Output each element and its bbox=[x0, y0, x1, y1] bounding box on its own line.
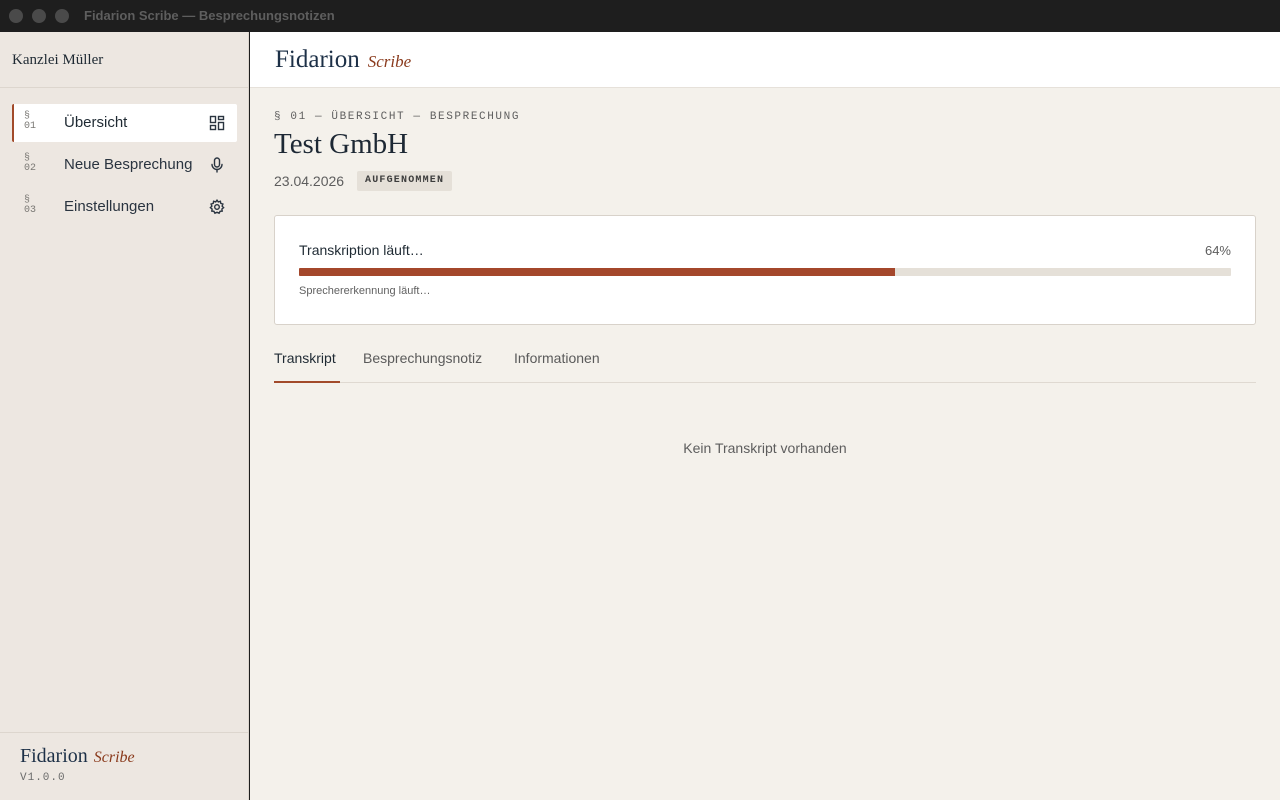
firm-name: Kanzlei Müller bbox=[12, 52, 104, 68]
meeting-date: 23.04.2026 bbox=[274, 173, 345, 189]
brand-name: Fidarion bbox=[20, 745, 88, 767]
brand-name: Fidarion bbox=[275, 46, 360, 73]
close-window-button[interactable] bbox=[9, 9, 23, 23]
progress-substatus: Sprechererkennung läuft… bbox=[299, 285, 431, 297]
sidebar-item-number: § 03 bbox=[24, 195, 37, 216]
sidebar: Kanzlei Müller § 01 Übersicht § 02 Neue … bbox=[0, 32, 249, 800]
sidebar-item-settings[interactable]: § 03 Einstellungen bbox=[12, 188, 237, 226]
tab-meeting-note[interactable]: Besprechungsnotiz bbox=[363, 350, 482, 383]
brand-subtitle: Scribe bbox=[367, 52, 412, 71]
main-content: § 01 — ÜBERSICHT — BESPRECHUNG Test GmbH… bbox=[250, 88, 1280, 800]
transcription-progress-card: Transkription läuft… 64% Sprechererkennu… bbox=[274, 215, 1256, 325]
sidebar-item-number: § 02 bbox=[24, 153, 37, 174]
sidebar-item-label: Übersicht bbox=[64, 114, 128, 131]
window-titlebar: Fidarion Scribe — Besprechungsnotizen bbox=[0, 0, 1280, 32]
progress-label: Transkription läuft… bbox=[299, 242, 424, 258]
sidebar-item-number: § 01 bbox=[24, 111, 37, 132]
progress-percent: 64% bbox=[1204, 243, 1231, 258]
sidebar-footer-divider bbox=[0, 732, 249, 733]
minimize-window-button[interactable] bbox=[32, 9, 46, 23]
empty-state-message: Kein Transkript vorhanden bbox=[683, 440, 847, 456]
status-badge: AUFGENOMMEN bbox=[357, 171, 453, 191]
tab-information[interactable]: Informationen bbox=[514, 350, 600, 383]
microphone-icon bbox=[211, 157, 223, 173]
sidebar-item-label: Neue Besprechung bbox=[64, 156, 193, 173]
app-version: V1.0.0 bbox=[20, 772, 66, 784]
header-brand-logo: Fidarion Scribe bbox=[275, 46, 411, 74]
zoom-window-button[interactable] bbox=[55, 9, 69, 23]
sidebar-divider bbox=[0, 87, 249, 88]
tab-bar: Transkript Besprechungsnotiz Information… bbox=[274, 350, 1256, 383]
progress-bar-fill bbox=[299, 268, 896, 276]
window-title: Fidarion Scribe — Besprechungsnotizen bbox=[84, 8, 335, 23]
brand-subtitle: Scribe bbox=[93, 749, 135, 766]
sidebar-item-overview[interactable]: § 01 Übersicht bbox=[12, 104, 237, 142]
sidebar-item-new-meeting[interactable]: § 02 Neue Besprechung bbox=[12, 146, 237, 184]
breadcrumb: § 01 — ÜBERSICHT — BESPRECHUNG bbox=[274, 111, 521, 123]
dashboard-icon bbox=[209, 115, 225, 131]
page-title: Test GmbH bbox=[274, 128, 409, 160]
sidebar-item-label: Einstellungen bbox=[64, 198, 155, 215]
progress-bar bbox=[299, 268, 1231, 276]
app-header: Fidarion Scribe bbox=[250, 32, 1280, 88]
sidebar-brand-logo: Fidarion Scribe bbox=[20, 745, 135, 768]
tab-transcript[interactable]: Transkript bbox=[274, 350, 340, 383]
gear-icon bbox=[209, 199, 225, 215]
